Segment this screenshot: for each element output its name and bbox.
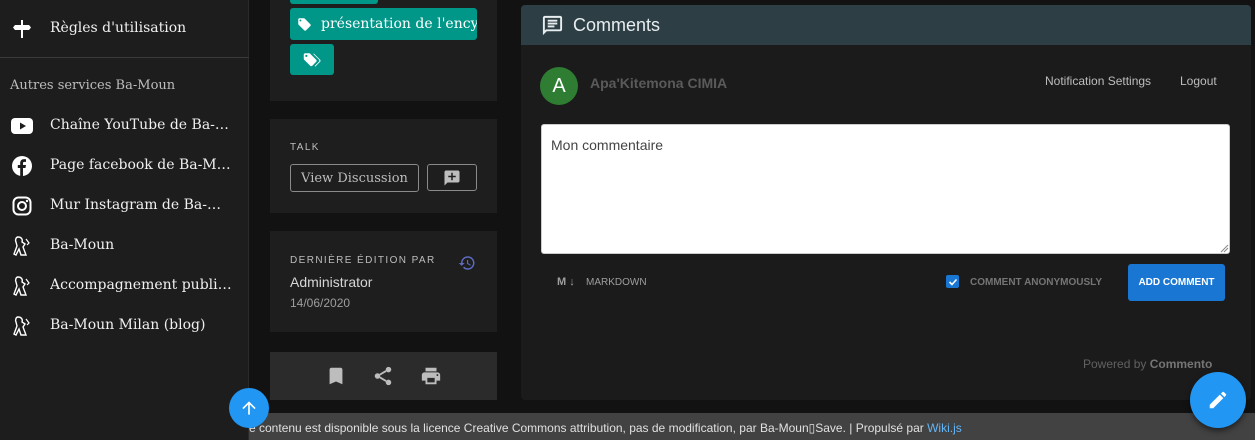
notification-settings-link[interactable]: Notification Settings: [1045, 74, 1151, 88]
scroll-top-button[interactable]: [229, 388, 269, 428]
markdown-icon: M ↓: [557, 276, 575, 288]
edit-page-button[interactable]: [1190, 372, 1246, 428]
sidebar-item-ba-moun[interactable]: Ba-Moun: [0, 226, 249, 266]
sidebar-item-label: Ba-Moun: [50, 237, 115, 253]
facebook-icon: [11, 155, 33, 177]
commento-brand-link[interactable]: Commento: [1150, 357, 1213, 371]
sidebar-item-facebook[interactable]: Page facebook de Ba-Moun: [0, 146, 249, 186]
user-name: Apa'Kitemona CIMIA: [590, 75, 728, 91]
wikijs-link[interactable]: Wiki.js: [927, 421, 962, 435]
tag-chip-partial[interactable]: [290, 0, 378, 4]
comments-title: Comments: [573, 15, 661, 35]
talk-label: TALK: [290, 142, 320, 153]
history-icon[interactable]: [458, 254, 476, 272]
comment-plus-icon: [443, 169, 461, 187]
last-edit-label: DERNIÈRE ÉDITION PAR: [290, 255, 436, 266]
instagram-icon: [11, 195, 33, 217]
markdown-label[interactable]: MARKDOWN: [586, 277, 647, 288]
tags-icon: [303, 52, 321, 68]
sidebar-subheader: Autres services Ba-Moun: [10, 78, 176, 93]
tag-chip[interactable]: présentation de l'ency: [290, 8, 477, 40]
bookmark-icon[interactable]: [325, 365, 347, 387]
sidebar-item-youtube[interactable]: Chaîne YouTube de Ba-Moun: [0, 106, 249, 146]
comments-header: Comments: [521, 5, 1251, 45]
pencil-icon: [1207, 389, 1229, 411]
license-footer: e contenu est disponible sous la licence…: [249, 413, 1255, 440]
last-edit-author[interactable]: Administrator: [290, 274, 372, 290]
arrow-up-icon: [239, 398, 259, 418]
add-comment-button[interactable]: ADD COMMENT: [1128, 264, 1225, 301]
sidebar-item-label: Chaîne YouTube de Ba-Moun: [50, 117, 235, 133]
sidebar: Règles d'utilisation Autres services Ba-…: [0, 0, 249, 440]
new-comment-button[interactable]: [427, 164, 477, 191]
browse-tags-button[interactable]: [290, 44, 334, 75]
sidebar-item-advertising[interactable]: Accompagnement publicitaire: [0, 266, 249, 306]
tag-chip-label: présentation de l'ency: [321, 16, 477, 32]
page-actions-card: [270, 352, 497, 400]
sidebar-item-instagram[interactable]: Mur Instagram de Ba-Moun: [0, 186, 249, 226]
ba-moun-logo-icon: [11, 275, 33, 297]
comment-text-icon: [541, 14, 564, 37]
powered-by-label: Powered by: [1083, 357, 1147, 371]
comment-textarea[interactable]: Mon commentaire: [541, 124, 1230, 254]
talk-card: TALK View Discussion: [270, 119, 497, 213]
sidebar-item-label: Accompagnement publicitaire: [50, 277, 235, 293]
sidebar-item-label: Page facebook de Ba-Moun: [50, 157, 235, 173]
youtube-icon: [11, 115, 33, 137]
signpost-icon: [11, 18, 33, 40]
sidebar-item-milan-blog[interactable]: Ba-Moun Milan (blog): [0, 306, 249, 346]
comments-panel: Comments A Apa'Kitemona CIMIA Notificati…: [521, 5, 1251, 400]
last-edit-date: 14/06/2020: [290, 296, 351, 310]
sidebar-item-label: Règles d'utilisation: [50, 20, 187, 36]
sidebar-item-label: Mur Instagram de Ba-Moun: [50, 197, 235, 213]
sidebar-item-rules[interactable]: Règles d'utilisation: [0, 9, 249, 49]
resize-handle-icon[interactable]: [1220, 244, 1229, 253]
powered-by: Powered by Commento: [1083, 357, 1212, 371]
logout-link[interactable]: Logout: [1180, 74, 1217, 88]
avatar: A: [540, 67, 578, 105]
anonymous-checkbox[interactable]: [946, 275, 959, 288]
check-icon: [948, 277, 958, 287]
print-icon[interactable]: [420, 365, 442, 387]
anonymous-label[interactable]: COMMENT ANONYMOUSLY: [970, 277, 1102, 288]
ba-moun-logo-icon: [11, 315, 33, 337]
tag-icon: [297, 17, 312, 32]
share-icon[interactable]: [372, 365, 394, 387]
footer-text: e contenu est disponible sous la licence…: [249, 421, 928, 435]
sidebar-item-label: Ba-Moun Milan (blog): [50, 317, 206, 333]
last-edit-card: DERNIÈRE ÉDITION PAR Administrator 14/06…: [270, 231, 497, 332]
sidebar-divider: [0, 57, 249, 58]
view-discussion-button[interactable]: View Discussion: [290, 164, 419, 192]
ba-moun-logo-icon: [11, 235, 33, 257]
tags-card: présentation de l'ency: [270, 0, 497, 101]
